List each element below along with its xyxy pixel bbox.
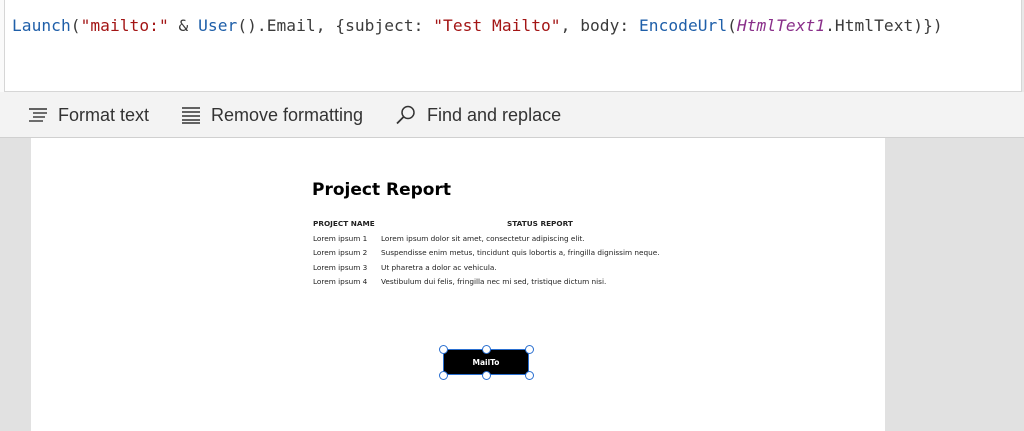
table-row: Lorem ipsum 2 Suspendisse enim metus, tin… bbox=[311, 246, 662, 261]
formula-token: Launch bbox=[12, 16, 71, 35]
table-header-row: PROJECT NAME STATUS REPORT bbox=[311, 218, 662, 231]
remove-format-icon bbox=[182, 107, 200, 124]
formula-bar[interactable]: Launch("mailto:" & User().Email, {subjec… bbox=[0, 0, 1024, 92]
formula-token: HtmlText1 bbox=[736, 16, 826, 35]
format-text-button[interactable]: Format text bbox=[28, 92, 149, 138]
formula-token: ( bbox=[727, 16, 737, 35]
project-name-cell: Lorem ipsum 1 bbox=[313, 233, 368, 243]
format-lines-icon bbox=[29, 108, 47, 122]
header-project-name: PROJECT NAME bbox=[313, 218, 375, 228]
app-canvas: Project Report PROJECT NAME STATUS REPOR… bbox=[31, 138, 885, 431]
format-text-label: Format text bbox=[58, 104, 150, 125]
remove-formatting-label: Remove formatting bbox=[211, 104, 364, 125]
resize-handle-bottom[interactable] bbox=[481, 370, 491, 380]
resize-handle-top-left[interactable] bbox=[438, 344, 448, 354]
resize-handle-bottom-right[interactable] bbox=[524, 370, 534, 380]
formula-token: ( bbox=[70, 16, 81, 35]
report-title: Project Report bbox=[312, 180, 451, 200]
formula-bar-gutter bbox=[0, 0, 5, 92]
status-cell: Suspendisse enim metus, tincidunt quis l… bbox=[381, 248, 660, 258]
formula-token: User bbox=[198, 16, 238, 35]
header-status-report: STATUS REPORT bbox=[507, 218, 573, 228]
formula-toolbar: Format text Remove formatting Find and r… bbox=[0, 92, 1024, 138]
formula-token: EncodeUrl bbox=[638, 16, 728, 35]
table-row: Lorem ipsum 1 Lorem ipsum dolor sit amet,… bbox=[311, 231, 662, 246]
table-row: Lorem ipsum 3 Ut pharetra a dolor ac vehi… bbox=[311, 260, 662, 275]
formula-token: ().Email, {subject: bbox=[237, 16, 434, 35]
project-name-cell: Lorem ipsum 2 bbox=[313, 248, 368, 258]
find-and-replace-label: Find and replace bbox=[427, 104, 562, 125]
search-icon bbox=[396, 105, 415, 125]
status-cell: Ut pharetra a dolor ac vehicula. bbox=[381, 262, 497, 272]
remove-formatting-button[interactable]: Remove formatting bbox=[181, 92, 363, 138]
project-name-cell: Lorem ipsum 4 bbox=[313, 277, 368, 287]
status-cell: Lorem ipsum dolor sit amet, consectetur … bbox=[381, 233, 585, 243]
report-table: PROJECT NAME STATUS REPORT Lorem ipsum 1… bbox=[311, 218, 662, 289]
formula-token: & bbox=[168, 16, 199, 35]
project-name-cell: Lorem ipsum 3 bbox=[313, 262, 368, 272]
status-cell: Vestibulum dui felis, fringilla nec mi s… bbox=[381, 277, 607, 287]
resize-handle-top-right[interactable] bbox=[524, 344, 534, 354]
formula-expression[interactable]: Launch("mailto:" & User().Email, {subjec… bbox=[12, 16, 943, 35]
formula-token: , body: bbox=[560, 16, 639, 35]
table-row: Lorem ipsum 4 Vestibulum dui felis, fring… bbox=[311, 275, 662, 290]
resize-handle-top[interactable] bbox=[481, 344, 491, 354]
mailto-selection[interactable]: MailTo bbox=[438, 344, 534, 380]
formula-token: "Test Mailto" bbox=[433, 16, 561, 35]
resize-handle-bottom-left[interactable] bbox=[438, 370, 448, 380]
formula-token: .HtmlText)}) bbox=[825, 16, 943, 35]
find-and-replace-button[interactable]: Find and replace bbox=[395, 92, 561, 138]
formula-token: "mailto:" bbox=[80, 16, 169, 35]
